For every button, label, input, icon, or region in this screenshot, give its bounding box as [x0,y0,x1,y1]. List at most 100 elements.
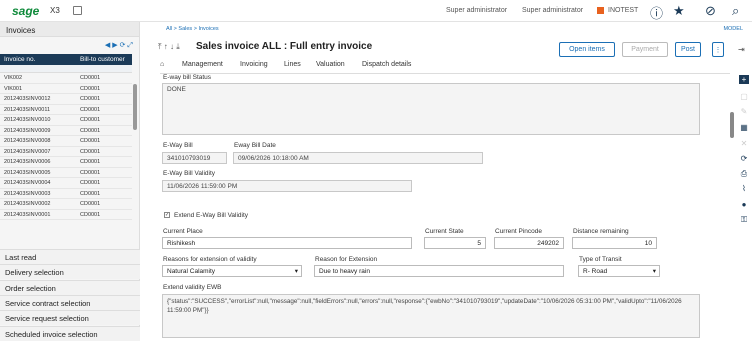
customer-code: CD0001 [80,127,101,134]
tab-valuation[interactable]: Valuation [316,61,345,68]
search-icon[interactable]: ⌕ [732,3,739,19]
list-item[interactable]: 2012403SINV0007 CD0001 [0,147,132,157]
ewb-status-field[interactable]: DONE [162,83,700,135]
invoice-no: 2012403SINV0003 [4,190,51,197]
delete-icon[interactable]: ▦ [739,123,749,132]
invoice-no: 2012403SINV0002 [4,201,51,207]
invoice-no: 2012403SINV0009 [4,127,51,134]
transit-label: Type of Transit [579,256,622,263]
list-item[interactable]: 2012403SINV0008 CD0001 [0,136,132,147]
current-state-label: Current State [425,228,464,235]
validity-field[interactable]: 11/06/2026 11:59:00 PM [162,180,412,192]
star-icon[interactable]: ★ [673,3,685,19]
current-pincode-input[interactable]: 249202 [494,237,564,249]
list-item[interactable]: 2012403SINV0002 CD0001 [0,199,132,210]
page-title: Sales invoice ALL : Full entry invoice [196,41,373,52]
list-item[interactable]: 2012403SINV0009 CD0001 [0,126,132,136]
list-item[interactable]: 2012403SINV0012 CD0001 [0,94,132,105]
left-panel: Invoices ◀ ▶ ⟳ ⤢ Invoice no. Bill-to cus… [0,22,140,341]
nav-order-selection[interactable]: Order selection [0,279,140,295]
invoice-no: 2012403SINV0006 [4,159,51,165]
record-nav-icons[interactable]: ⤒ ↑ ↓ ⤓ [158,42,180,52]
list-item[interactable]: 2012403SINV0005 CD0001 [0,168,132,178]
list-item[interactable]: 2012403SINV0004 CD0001 [0,178,132,189]
list-item[interactable]: VIK002 CD0001 [0,73,132,84]
attach-icon[interactable]: ⌇ [739,184,749,193]
list-item[interactable]: 2012403SINV0010 CD0001 [0,115,132,126]
model-label[interactable]: MODEL [723,26,743,32]
col-bill-to[interactable]: Bill-to customer [80,56,125,63]
breadcrumb[interactable]: All > Sales > Invoices [166,26,219,32]
home-icon[interactable]: ⌂ [160,61,164,68]
post-button[interactable]: Post [675,42,701,57]
payment-button[interactable]: Payment [622,42,668,57]
invoice-list: VIK002 CD0001 VIK001 CD0001 2012403SINV0012 C… [0,73,132,220]
nav-service-contract-selection[interactable]: Service contract selection [0,294,140,310]
extend-label: Extend E-Way Bill Validity [174,212,249,219]
distance-input[interactable]: 10 [572,237,657,249]
reason-ext-select[interactable]: Natural Calamity ▾ [162,265,302,277]
list-scrollbar[interactable] [133,84,137,130]
customer-code: CD0001 [80,148,101,155]
user-role[interactable]: Super administrator [446,7,507,14]
tab-lines[interactable]: Lines [284,61,301,68]
extend-checkbox[interactable]: ✓ [164,212,170,218]
ext-validity-label: Extend validity EWB [163,284,222,291]
copy-icon[interactable]: ▢ [739,92,749,101]
nav-service-request-selection[interactable]: Service request selection [0,310,140,326]
list-item[interactable]: 2012403SINV0006 CD0001 [0,157,132,168]
eway-bill-field[interactable]: 341010793019 [162,152,227,164]
list-item[interactable]: VIK001 CD0001 [0,84,132,94]
add-icon[interactable]: + [739,75,749,84]
ext-validity-field[interactable]: {"status":"SUCCESS","errorList":null,"me… [162,294,700,338]
list-item[interactable]: 2012403SINV0001 CD0001 [0,210,132,220]
invoice-no: 2012403SINV0008 [4,138,51,144]
folder-name[interactable]: INOTEST [608,7,638,14]
current-place-input[interactable]: Rishikesh [162,237,412,249]
calendar-icon[interactable] [73,6,82,15]
list-header: Invoice no. Bill-to customer [0,54,132,65]
current-place-label: Current Place [163,228,203,235]
open-items-button[interactable]: Open items [559,42,615,57]
edit-icon[interactable]: ✎ [739,107,749,116]
invoice-no: VIK001 [4,85,23,92]
tab-invoicing[interactable]: Invoicing [240,61,268,68]
print-icon[interactable]: ⎙ [739,169,749,179]
reason-input[interactable]: Due to heavy rain [314,265,564,277]
transit-select[interactable]: R- Road ▾ [578,265,660,277]
comment-icon[interactable]: ● [739,200,749,209]
folder-icon [597,7,604,14]
eway-date-field[interactable]: 09/06/2026 10:18:00 AM [233,152,483,164]
user-name[interactable]: Super administrator [522,7,583,14]
validity-label: E-Way Bill Validity [163,170,216,177]
current-state-input[interactable]: 5 [424,237,486,249]
list-item[interactable]: 2012403SINV0011 CD0001 [0,105,132,115]
customer-code: CD0001 [80,96,101,102]
customer-code: CD0001 [80,180,101,186]
compass-icon[interactable]: ⊘ [705,3,716,19]
list-item[interactable]: 2012403SINV0003 CD0001 [0,189,132,199]
more-icon[interactable]: ⋮ [712,42,724,57]
nav-delivery-selection[interactable]: Delivery selection [0,264,140,280]
nav-last-read[interactable]: Last read [0,249,140,264]
cancel-icon[interactable]: ✕ [739,139,749,148]
tab-management[interactable]: Management [182,61,223,68]
refresh-icon[interactable]: ⟳ [739,154,749,163]
help-icon[interactable]: ⓘ [650,3,663,22]
lock-icon[interactable]: ⚿ [739,215,749,225]
product-name: X3 [50,6,60,15]
invoice-no: 2012403SINV0001 [4,211,51,218]
col-invoice-no[interactable]: Invoice no. [4,56,35,63]
main-scrollbar[interactable] [730,112,734,138]
customer-code: CD0001 [80,138,101,144]
sage-logo: sage [12,4,40,18]
invoice-no: 2012403SINV0010 [4,117,51,123]
panel-title: Invoices [0,22,139,37]
top-bar: sage X3 Super administrator Super admini… [0,0,752,22]
nav-scheduled-invoice-selection[interactable]: Scheduled invoice selection [0,325,140,341]
tab-dispatch[interactable]: Dispatch details [362,61,411,68]
panel-nav-icons[interactable]: ◀ ▶ ⟳ ⤢ [105,41,133,50]
filter-row[interactable] [0,65,132,73]
customer-code: CD0001 [80,106,101,113]
exit-icon[interactable]: ⇥ [738,45,745,54]
